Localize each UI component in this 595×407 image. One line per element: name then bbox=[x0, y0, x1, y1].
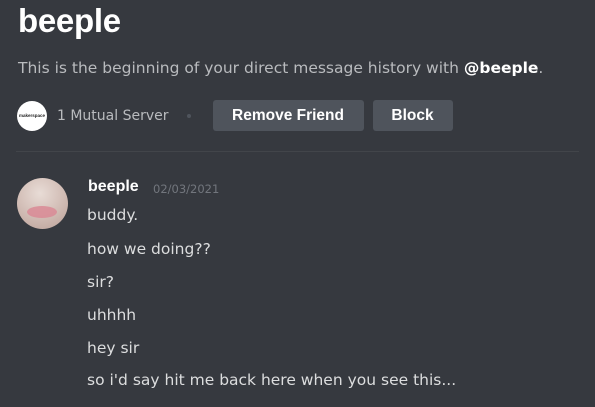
message-text: uhhhh bbox=[87, 306, 137, 324]
block-button[interactable]: Block bbox=[372, 100, 453, 131]
profile-actions-row: makerspace 1 Mutual Server Remove Friend… bbox=[17, 100, 453, 131]
message-timestamp: 02/03/2021 bbox=[153, 182, 220, 196]
separator-dot bbox=[186, 113, 191, 118]
dm-title: beeple bbox=[18, 2, 121, 39]
message-author[interactable]: beeple bbox=[88, 178, 139, 196]
dm-intro-text: This is the beginning of your direct mes… bbox=[18, 59, 543, 77]
divider bbox=[16, 151, 579, 152]
dm-intro-suffix: . bbox=[538, 59, 544, 77]
server-icon-text: makerspace bbox=[18, 113, 46, 118]
dm-intro-username: @beeple bbox=[463, 59, 539, 77]
remove-friend-button[interactable]: Remove Friend bbox=[212, 100, 364, 131]
message-text: sir? bbox=[87, 273, 114, 291]
message-text: buddy. bbox=[87, 206, 139, 224]
message-text: so i'd say hit me back here when you see… bbox=[87, 371, 457, 389]
dm-intro-prefix: This is the beginning of your direct mes… bbox=[18, 59, 464, 77]
avatar[interactable] bbox=[17, 178, 68, 229]
mutual-server-icon[interactable]: makerspace bbox=[17, 100, 47, 131]
message-text: how we doing?? bbox=[87, 240, 211, 258]
mutual-servers-link[interactable]: 1 Mutual Server bbox=[57, 108, 169, 124]
message-text: hey sir bbox=[87, 339, 140, 357]
